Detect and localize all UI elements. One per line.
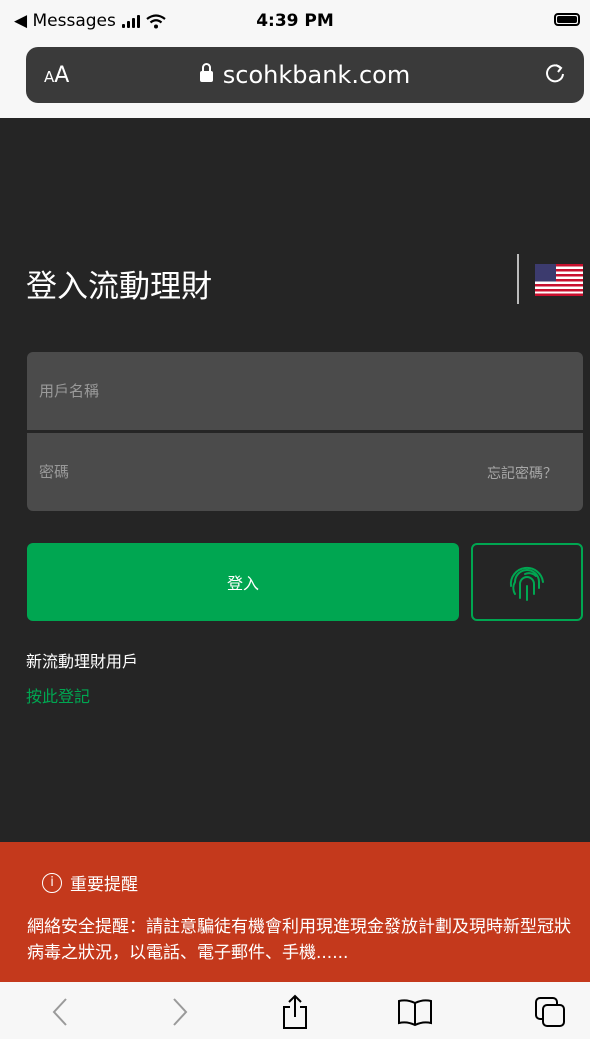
new-user-label: 新流動理財用戶 [26, 652, 139, 671]
info-icon: i [42, 872, 62, 893]
page-title: 登入流動理財 [26, 269, 212, 305]
browser-url-area: AA scohkbank.com [0, 40, 590, 118]
register-link[interactable]: 按此登記 [26, 683, 90, 707]
fingerprint-icon [509, 566, 544, 601]
url-bar[interactable]: AA scohkbank.com [26, 47, 584, 103]
url-text: scohkbank.com [222, 61, 411, 89]
notice-title: 重要提醒 [70, 875, 138, 895]
reload-icon[interactable] [542, 60, 568, 86]
tabs-icon[interactable] [530, 992, 570, 1032]
back-icon[interactable] [40, 992, 80, 1032]
battery-icon [554, 13, 580, 26]
password-field[interactable]: 忘記密碼？ [27, 433, 583, 511]
bookmarks-icon[interactable] [395, 992, 435, 1032]
browser-toolbar [0, 982, 590, 1039]
notice-body: 網絡安全提醒：請註意騙徒有機會利用現進現金發放計劃及現時新型冠狀病毒之狀況，以電… [27, 917, 571, 963]
language-divider [517, 254, 519, 304]
lock-icon [199, 63, 213, 82]
url-display[interactable]: scohkbank.com [26, 61, 584, 89]
status-bar: ◀ Messages 4:39 PM [0, 0, 590, 40]
status-time: 4:39 PM [256, 11, 334, 31]
important-notice-banner[interactable]: i 重要提醒 網絡安全提醒：請註意騙徒有機會利用現進現金發放計劃及現時新型冠狀病… [0, 842, 590, 982]
username-input[interactable] [27, 352, 583, 430]
forgot-password-link[interactable]: 忘記密碼？ [487, 463, 557, 483]
forward-icon[interactable] [160, 992, 200, 1032]
login-button[interactable]: 登入 [27, 543, 459, 621]
share-icon[interactable] [275, 992, 315, 1032]
fingerprint-login-button[interactable] [471, 543, 583, 621]
username-field[interactable] [27, 352, 583, 430]
us-flag-icon[interactable] [535, 264, 583, 296]
notice-header: i 重要提醒 [42, 870, 138, 895]
